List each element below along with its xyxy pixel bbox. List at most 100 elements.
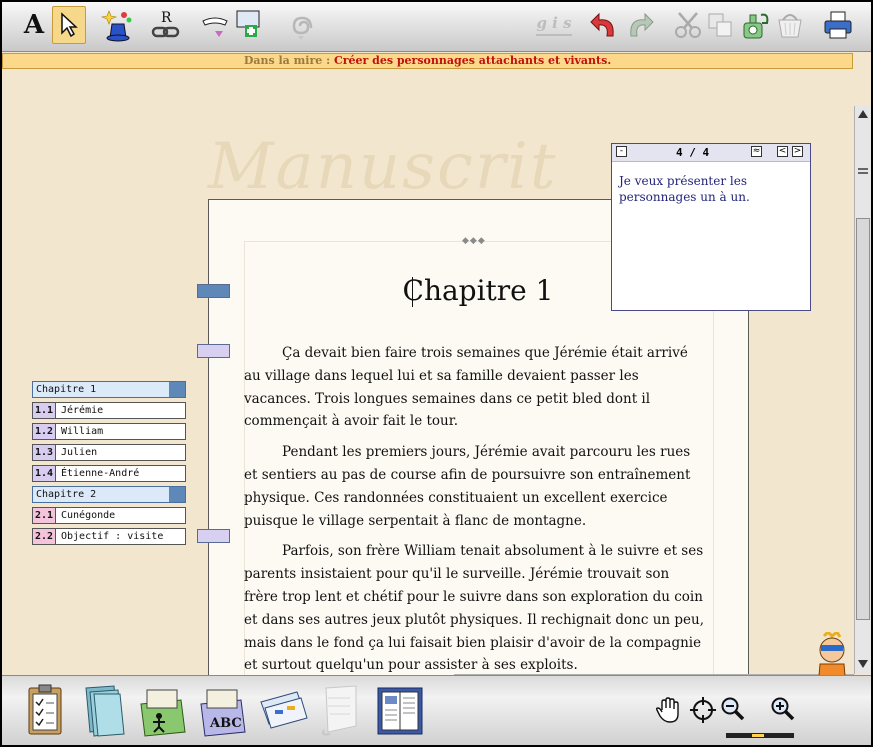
gis-button[interactable]: g i s (530, 6, 578, 44)
note-collapse-button[interactable]: - (616, 146, 627, 157)
goal-banner: Dans la mire : Créer des personnages att… (2, 53, 853, 69)
abc-cards-button[interactable]: ABC (196, 680, 250, 740)
scene-name: William (61, 426, 104, 437)
paragraph[interactable]: Parfois, son frère William tenait absolu… (244, 540, 704, 677)
paragraph[interactable]: Pendant les premiers jours, Jérémie avai… (244, 441, 704, 532)
chapter-label: Chapitre 1 (36, 384, 97, 395)
magic-hat-button[interactable] (100, 6, 136, 44)
delete-button[interactable] (772, 6, 808, 44)
character-cards-button[interactable] (136, 680, 190, 740)
paste-button[interactable] (738, 6, 774, 44)
note-wave-button[interactable]: ≈ (751, 146, 762, 157)
spiral-button[interactable] (282, 6, 318, 44)
outline-scene[interactable]: 2.1 Cunégonde (32, 507, 186, 524)
scene-name: Julien (61, 447, 98, 458)
text-cursor (412, 277, 413, 307)
note-panel: - 4 / 4 ≈ < > Je veux présenter les pers… (611, 143, 811, 311)
timeline-cards-button[interactable] (256, 680, 310, 740)
top-toolbar: A R g i s (2, 2, 871, 52)
hand-tool-button[interactable] (652, 680, 686, 740)
insert-note-icon (202, 10, 260, 37)
printer-icon (824, 11, 852, 39)
scene-name: Jérémie (61, 405, 104, 416)
open-book-icon (377, 687, 423, 735)
vertical-scrollbar[interactable] (854, 106, 871, 674)
folder-stack-icon (85, 685, 125, 737)
chapter-color-bar (169, 487, 185, 502)
drag-handle-icon[interactable]: ◆◆◆ (462, 236, 486, 246)
zoom-in-button[interactable] (766, 680, 800, 740)
copy-button[interactable] (702, 6, 738, 44)
crosshair-icon (690, 697, 716, 723)
goal-text[interactable]: Créer des personnages attachants et viva… (334, 54, 611, 67)
hand-icon (656, 697, 679, 723)
paste-glue-icon (743, 13, 769, 39)
manuscript-book-button[interactable] (374, 680, 428, 740)
scroll-up-icon[interactable] (858, 110, 868, 118)
note-text[interactable]: Je veux présenter les personnages un à u… (612, 162, 810, 216)
note-header: - 4 / 4 ≈ < > (612, 144, 810, 162)
select-tool-button[interactable] (52, 6, 86, 44)
scene-number: 1.2 (33, 424, 56, 439)
scene-name: Étienne-André (61, 468, 140, 479)
bottom-toolbar: ABC (2, 675, 871, 745)
manuscript-body[interactable]: Ça devait bien faire trois semaines que … (244, 342, 704, 685)
scene-number: 2.1 (33, 508, 56, 523)
chapter-color-bar (169, 382, 185, 397)
abc-card-box-icon: ABC (200, 689, 246, 737)
scissors-icon (675, 12, 701, 38)
note-next-button[interactable]: > (792, 146, 803, 157)
outline-panel: Chapitre 1 1.1 Jérémie 1.2 William 1.3 Juli… (32, 381, 186, 549)
arrow-cursor-icon (61, 12, 78, 38)
print-button[interactable] (820, 6, 856, 44)
outline-scene[interactable]: 2.2 Objectif : visite (32, 528, 186, 545)
trash-basket-icon (778, 14, 802, 38)
scene-name: Cunégonde (61, 510, 116, 521)
cut-button[interactable] (670, 6, 706, 44)
scroll-tick-icon (858, 168, 868, 174)
clipboard-button[interactable] (18, 680, 72, 740)
scene-number: 1.3 (33, 445, 56, 460)
scene-marker[interactable] (197, 344, 230, 358)
insert-annotation-button[interactable] (198, 6, 268, 44)
scroll-parchment-button[interactable] (314, 680, 368, 740)
spiral-icon (292, 16, 313, 40)
redo-button[interactable] (622, 6, 658, 44)
zoom-slider[interactable] (726, 733, 794, 738)
manuscript-watermark: Manuscrit (208, 130, 558, 204)
abc-label: ABC (209, 716, 242, 731)
outline-chapter-2[interactable]: Chapitre 2 (32, 486, 186, 503)
goal-label: Dans la mire : (243, 54, 331, 67)
parchment-scroll-icon (321, 685, 357, 736)
outline-scene[interactable]: 1.4 Étienne-André (32, 465, 186, 482)
gis-label: g i s (536, 14, 572, 36)
zoom-level-indicator[interactable] (752, 734, 764, 737)
outline-scene[interactable]: 1.3 Julien (32, 444, 186, 461)
undo-button[interactable] (586, 6, 622, 44)
clipboard-checklist-icon (28, 684, 62, 735)
reference-letter: R (161, 10, 172, 26)
target-tool-button[interactable] (686, 680, 720, 740)
timeline-cards-icon (260, 691, 308, 729)
scene-marker[interactable] (197, 529, 230, 543)
zoom-in-icon (771, 697, 795, 721)
scene-name: Objectif : visite (61, 531, 164, 542)
character-card-box-icon (140, 689, 186, 737)
magic-hat-icon (101, 10, 132, 42)
paragraph[interactable]: Ça devait bien faire trois semaines que … (244, 342, 704, 433)
note-prev-button[interactable]: < (777, 146, 788, 157)
note-counter: 4 / 4 (676, 146, 710, 159)
zoom-out-button[interactable] (716, 680, 750, 740)
outline-chapter-1[interactable]: Chapitre 1 (32, 381, 186, 398)
reference-link-button[interactable]: R (148, 6, 184, 44)
text-tool-button[interactable]: A (16, 6, 52, 44)
scene-number: 2.2 (33, 529, 56, 544)
outline-scene[interactable]: 1.1 Jérémie (32, 402, 186, 419)
folders-button[interactable] (78, 680, 132, 740)
app-window: A R g i s Dans la mire: Créer des perso… (2, 2, 871, 745)
scene-number: 1.1 (33, 403, 56, 418)
outline-scene[interactable]: 1.2 William (32, 423, 186, 440)
copy-icon (708, 13, 732, 37)
vertical-scroll-thumb[interactable] (856, 218, 870, 620)
chapter-marker[interactable] (197, 284, 230, 298)
